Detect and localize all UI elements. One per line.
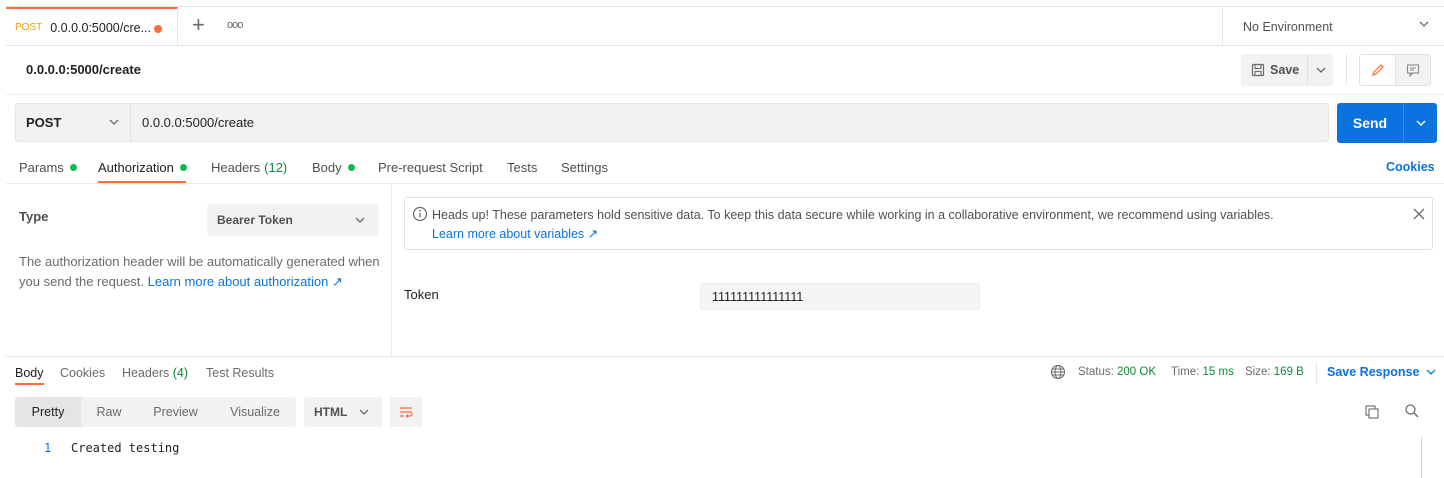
learn-more-variables-link[interactable]: Learn more about variables ↗	[432, 226, 598, 241]
edit-button[interactable]	[1360, 55, 1396, 85]
request-title: 0.0.0.0:5000/create	[26, 62, 141, 77]
cookies-link[interactable]: Cookies	[1386, 160, 1435, 174]
save-response-button[interactable]: Save Response	[1327, 365, 1437, 379]
request-tab[interactable]: POST 0.0.0.0:5000/cre...	[6, 7, 178, 46]
url-bar: POST 0.0.0.0:5000/create	[15, 103, 1329, 142]
save-icon	[1251, 63, 1265, 77]
size-label: Size:	[1245, 366, 1271, 378]
globe-icon[interactable]	[1050, 364, 1066, 380]
response-headers-label: Headers	[122, 366, 170, 380]
headers-count: (12)	[264, 160, 288, 175]
format-value: HTML	[314, 405, 348, 419]
response-status: Status: 200 OK	[1078, 366, 1156, 378]
send-button[interactable]: Send	[1337, 103, 1404, 143]
tab-url: 0.0.0.0:5000/cre...	[50, 20, 151, 35]
wrap-icon	[400, 407, 413, 418]
tab-headers-label: Headers	[211, 160, 261, 175]
comments-button[interactable]	[1396, 55, 1430, 85]
tab-tests[interactable]: Tests	[507, 160, 537, 175]
divider	[1316, 362, 1317, 384]
unsaved-dot	[154, 25, 162, 33]
new-tab-button[interactable]: +	[192, 14, 205, 36]
auth-type-label: Type	[19, 209, 49, 224]
learn-more-authorization-link[interactable]: Learn more about authorization ↗	[148, 274, 343, 289]
chevron-down-icon	[1419, 21, 1429, 27]
response-tab-body[interactable]: Body	[15, 366, 44, 380]
copy-icon[interactable]	[1364, 404, 1380, 420]
time-value: 15 ms	[1202, 366, 1234, 378]
tab-body-label: Body	[312, 160, 342, 175]
search-icon[interactable]	[1404, 403, 1420, 419]
response-time: Time: 15 ms	[1171, 366, 1234, 378]
save-options-button[interactable]	[1308, 64, 1333, 76]
chevron-down-icon	[355, 217, 365, 223]
view-raw-button[interactable]: Raw	[81, 397, 137, 427]
scrollbar[interactable]	[1421, 437, 1422, 478]
response-tab-test-results[interactable]: Test Results	[206, 366, 274, 380]
auth-description: The authorization header will be automat…	[19, 252, 381, 292]
wrap-lines-button[interactable]	[390, 397, 422, 427]
close-icon[interactable]	[1412, 207, 1426, 221]
environment-select[interactable]: No Environment	[1222, 7, 1444, 46]
send-group: Send	[1337, 103, 1437, 143]
chevron-down-icon	[109, 119, 119, 125]
token-label: Token	[404, 287, 439, 302]
tab-body[interactable]: Body	[312, 160, 355, 175]
tab-headers[interactable]: Headers (12)	[211, 160, 287, 175]
pencil-icon	[1371, 64, 1384, 76]
size-value: 169 B	[1273, 366, 1304, 378]
save-button[interactable]: Save	[1241, 54, 1308, 86]
response-size: Size: 169 B	[1245, 366, 1304, 378]
tab-authorization-label: Authorization	[98, 160, 174, 175]
chevron-down-icon	[359, 409, 369, 415]
response-body-text: Created testing	[71, 441, 180, 455]
tab-params[interactable]: Params	[19, 160, 77, 175]
view-visualize-button[interactable]: Visualize	[214, 397, 296, 427]
more-tabs-button[interactable]: ooo	[227, 19, 243, 31]
status-label: Status:	[1078, 366, 1114, 378]
send-options-button[interactable]	[1404, 103, 1437, 143]
view-preview-button[interactable]: Preview	[137, 397, 214, 427]
tab-authorization[interactable]: Authorization	[98, 160, 187, 175]
save-response-label: Save Response	[1327, 365, 1420, 379]
active-tab-indicator	[15, 383, 44, 385]
chevron-down-icon	[1416, 120, 1425, 126]
response-tab-headers[interactable]: Headers (4)	[122, 366, 188, 380]
method-value: POST	[26, 115, 62, 130]
auth-type-select[interactable]: Bearer Token	[207, 204, 379, 236]
auth-type-value: Bearer Token	[217, 213, 293, 227]
sensitive-data-warning: Heads up! These parameters hold sensitiv…	[404, 197, 1433, 250]
status-dot	[347, 164, 355, 171]
response-tab-cookies[interactable]: Cookies	[60, 366, 105, 380]
chevron-down-icon	[1316, 67, 1325, 73]
tab-prerequest-script[interactable]: Pre-request Script	[378, 160, 483, 175]
token-input[interactable]: 111111111111111	[700, 283, 980, 310]
environment-label: No Environment	[1243, 19, 1333, 34]
comment-icon	[1406, 64, 1420, 77]
time-label: Time:	[1171, 366, 1200, 378]
format-select[interactable]: HTML	[304, 397, 382, 427]
divider	[6, 356, 1444, 357]
url-input[interactable]: 0.0.0.0:5000/create	[131, 104, 254, 141]
status-dot	[69, 164, 77, 171]
save-group: Save	[1241, 54, 1333, 86]
line-number: 1	[44, 441, 52, 455]
tab-method: POST	[15, 22, 43, 33]
tab-params-label: Params	[19, 160, 64, 175]
toolbar-divider	[1346, 54, 1347, 86]
method-select[interactable]: POST	[16, 104, 131, 141]
save-label: Save	[1270, 63, 1300, 77]
response-headers-count: (4)	[172, 366, 189, 380]
status-value: 200 OK	[1117, 366, 1157, 378]
divider	[6, 94, 1444, 95]
info-icon	[412, 206, 428, 222]
request-tab-bar: POST 0.0.0.0:5000/cre... + ooo No Enviro…	[6, 6, 1444, 46]
status-dot	[179, 164, 187, 171]
view-mode-group: Pretty Raw Preview Visualize	[15, 397, 296, 427]
chevron-down-icon	[1426, 369, 1436, 375]
side-pane-toggle	[1359, 54, 1431, 86]
tab-settings[interactable]: Settings	[561, 160, 608, 175]
view-pretty-button[interactable]: Pretty	[15, 397, 81, 427]
warning-text: Heads up! These parameters hold sensitiv…	[432, 208, 1274, 222]
